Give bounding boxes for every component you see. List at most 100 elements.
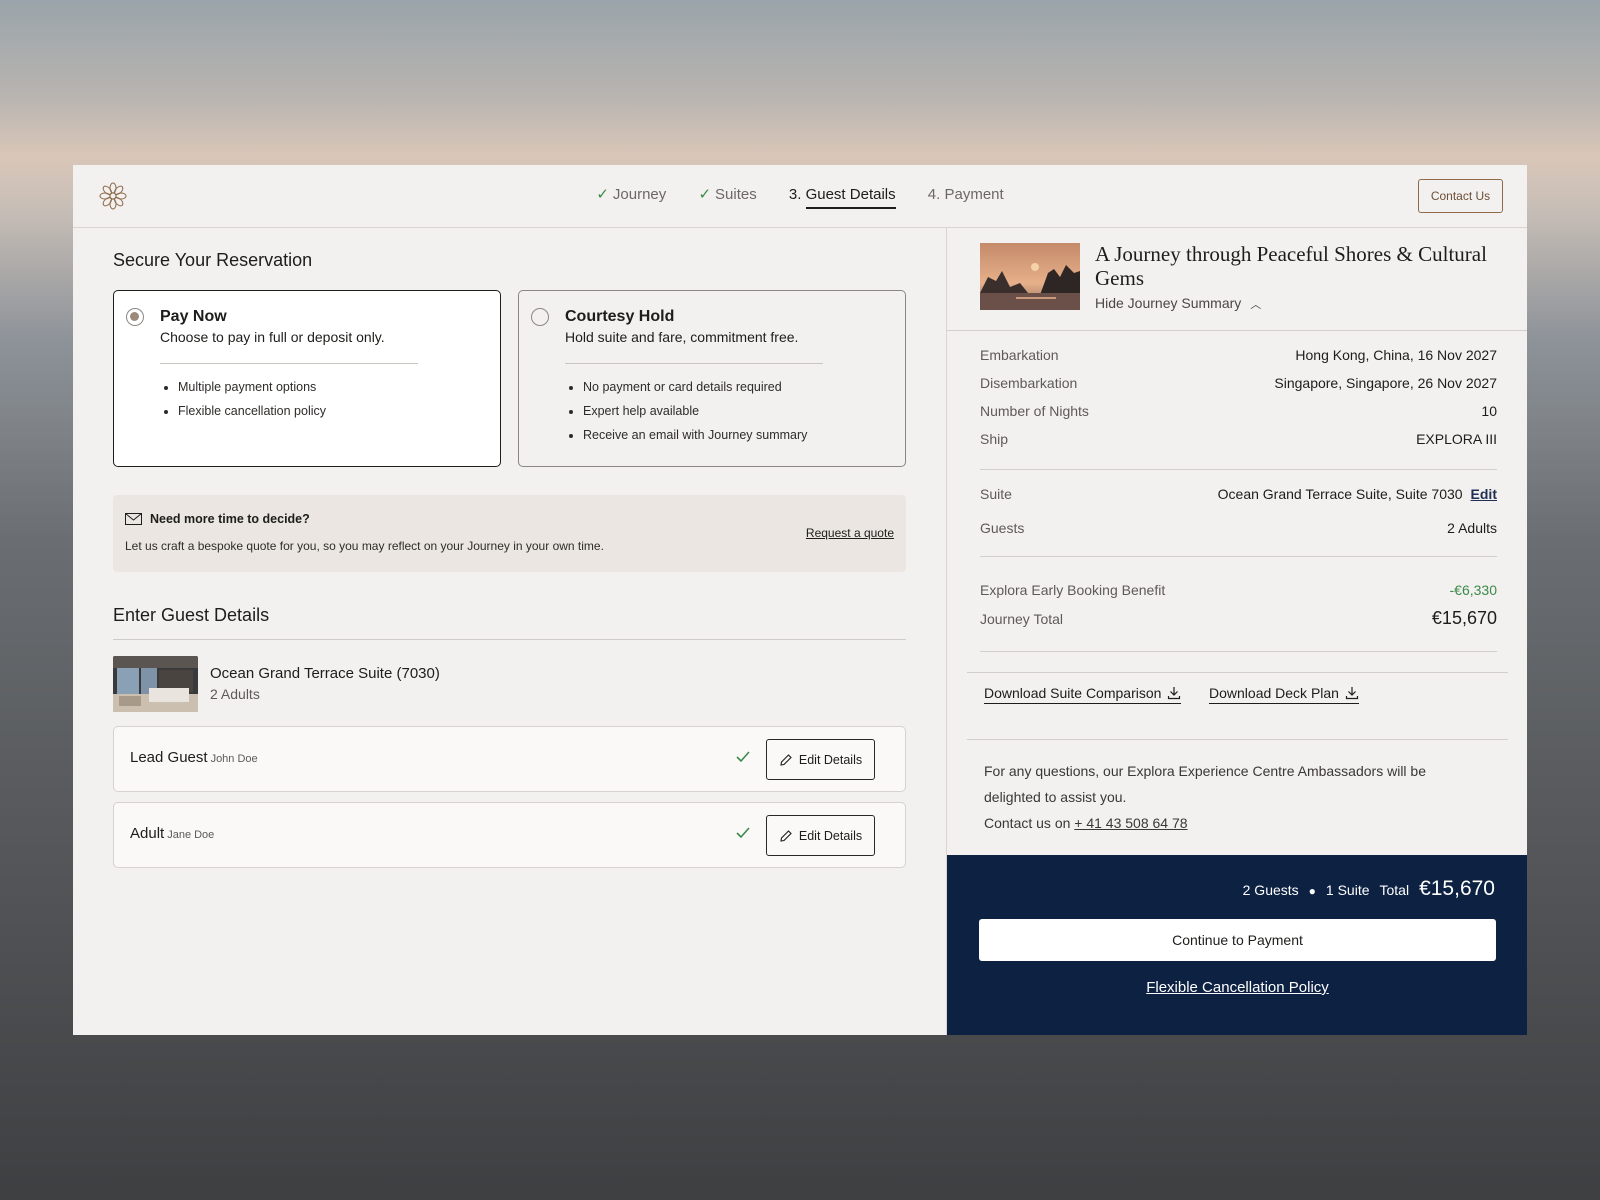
guest-role: Lead Guest John Doe	[130, 749, 258, 766]
check-icon: ✓	[698, 186, 712, 203]
summary-row-suite: Suite Ocean Grand Terrace Suite, Suite 70…	[980, 486, 1497, 502]
link-label: Download Suite Comparison	[984, 685, 1162, 701]
row-value: Singapore, Singapore, 26 Nov 2027	[1274, 375, 1497, 391]
pencil-icon	[780, 753, 792, 766]
row-label: Number of Nights	[980, 403, 1089, 419]
row-label: Explora Early Booking Benefit	[980, 582, 1166, 598]
main-content: Secure Your Reservation Pay Now Choose t…	[73, 228, 946, 1035]
option-benefits: Multiple payment options Flexible cancel…	[178, 379, 326, 427]
list-item: Flexible cancellation policy	[178, 403, 326, 419]
row-value: Hong Kong, China, 16 Nov 2027	[1295, 347, 1497, 363]
download-suite-comparison-link[interactable]: Download Suite Comparison	[984, 685, 1182, 704]
request-quote-link[interactable]: Request a quote	[806, 526, 894, 540]
checkout-footer: 2 Guests ● 1 Suite Total €15,670 Continu…	[947, 855, 1527, 1035]
download-icon	[1168, 687, 1181, 700]
step-label: Guest Details	[805, 186, 896, 209]
summary-row-disembarkation: Disembarkation Singapore, Singapore, 26 N…	[980, 375, 1497, 391]
summary-row-benefit: Explora Early Booking Benefit -€6,330	[980, 582, 1497, 598]
step-suites[interactable]: ✓ Suites	[698, 185, 756, 208]
guest-name: John Doe	[210, 753, 258, 765]
help-message: For any questions, our Explora Experienc…	[984, 763, 1426, 805]
journey-title: A Journey through Peaceful Shores & Cult…	[1095, 242, 1487, 290]
row-label: Embarkation	[980, 347, 1059, 363]
guest-card-adult: Adult Jane Doe Edit Details	[113, 802, 906, 868]
quote-panel: Need more time to decide? Let us craft a…	[113, 495, 906, 572]
guest-count: 2 Guests	[1242, 882, 1299, 898]
summary-row-total: Journey Total €15,670	[980, 608, 1497, 629]
edit-details-button[interactable]: Edit Details	[766, 815, 875, 856]
guest-role: Adult Jane Doe	[130, 825, 214, 842]
suite-image	[113, 656, 198, 712]
divider	[113, 639, 906, 640]
courtesy-hold-option[interactable]: Courtesy Hold Hold suite and fare, commi…	[518, 290, 906, 467]
guest-name: Jane Doe	[167, 829, 215, 841]
toggle-label: Hide Journey Summary	[1095, 295, 1242, 311]
check-icon: ✓	[596, 186, 609, 203]
suite-value: Ocean Grand Terrace Suite, Suite 7030	[1217, 486, 1463, 502]
summary-row-ship: Ship EXPLORA III	[980, 431, 1497, 447]
step-label: Suites	[715, 186, 757, 203]
row-value: EXPLORA III	[1416, 431, 1497, 447]
row-label: Suite	[980, 486, 1012, 502]
step-number: 3.	[788, 186, 802, 203]
step-guest-details[interactable]: 3. Guest Details	[788, 186, 896, 209]
suite-name: Ocean Grand Terrace Suite (7030)	[210, 665, 440, 682]
edit-details-button[interactable]: Edit Details	[766, 739, 875, 780]
summary-row-nights: Number of Nights 10	[980, 403, 1497, 419]
row-value: 10	[1481, 403, 1497, 419]
guest-details-heading: Enter Guest Details	[113, 605, 270, 625]
divider	[565, 363, 823, 364]
check-icon	[736, 827, 750, 839]
journey-total-value: €15,670	[1431, 608, 1497, 628]
separator-dot: ●	[1308, 884, 1316, 898]
divider	[980, 469, 1497, 470]
top-navigation: ✓ Journey ✓ Suites 3. Guest Details 4. Pay…	[73, 165, 1527, 228]
quote-description: Let us craft a bespoke quote for you, so…	[125, 539, 604, 553]
contact-us-button[interactable]: Contact Us	[1418, 179, 1503, 213]
row-label: Ship	[980, 431, 1009, 447]
journey-image	[980, 243, 1080, 310]
pay-now-option[interactable]: Pay Now Choose to pay in full or deposit…	[113, 290, 501, 467]
step-number: 4.	[927, 186, 941, 203]
suite-count: 1 Suite	[1325, 882, 1370, 898]
divider	[967, 672, 1508, 673]
option-subtitle: Hold suite and fare, commitment free.	[565, 329, 799, 345]
step-label: Journey	[612, 186, 667, 203]
cancellation-policy-link[interactable]: Flexible Cancellation Policy	[947, 979, 1527, 996]
summary-row-guests: Guests 2 Adults	[980, 520, 1497, 536]
check-icon	[736, 751, 750, 763]
button-label: Edit Details	[798, 752, 863, 767]
row-label: Guests	[980, 520, 1025, 536]
help-text: For any questions, our Explora Experienc…	[984, 758, 1464, 836]
divider	[980, 556, 1497, 557]
total-value: €15,670	[1419, 877, 1495, 900]
row-value: Ocean Grand Terrace Suite, Suite 7030 Edi…	[1218, 486, 1497, 502]
suite-guest-count: 2 Adults	[210, 686, 260, 702]
quote-title: Need more time to decide?	[150, 512, 310, 526]
total-label: Total	[1379, 882, 1410, 898]
courtesy-hold-radio[interactable]	[531, 308, 549, 326]
journey-summary-panel: A Journey through Peaceful Shores & Cult…	[946, 228, 1527, 1035]
step-payment[interactable]: 4. Payment	[928, 186, 1004, 208]
edit-suite-link[interactable]: Edit	[1471, 486, 1497, 502]
divider	[980, 651, 1497, 652]
divider	[947, 330, 1527, 331]
list-item: No payment or card details required	[583, 379, 807, 395]
row-label: Journey Total	[980, 610, 1064, 627]
guest-card-lead: Lead Guest John Doe Edit Details	[113, 726, 906, 792]
option-benefits: No payment or card details required Expe…	[583, 379, 807, 451]
chevron-up-icon: ︿	[1250, 299, 1262, 311]
mail-icon	[125, 513, 142, 525]
option-title: Courtesy Hold	[565, 308, 675, 325]
step-label: Payment	[944, 186, 1004, 203]
continue-to-payment-button[interactable]: Continue to Payment	[979, 919, 1496, 961]
pay-now-radio[interactable]	[126, 308, 144, 326]
row-value: 2 Adults	[1447, 520, 1497, 536]
list-item: Expert help available	[583, 403, 807, 419]
download-deck-plan-link[interactable]: Download Deck Plan	[1209, 685, 1359, 704]
contact-prefix: Contact us on	[984, 815, 1071, 831]
step-journey[interactable]: ✓ Journey	[596, 185, 666, 208]
hide-summary-toggle[interactable]: Hide Journey Summary ︿	[1095, 295, 1261, 312]
phone-link[interactable]: + 41 43 508 64 78	[1074, 815, 1187, 831]
booking-window: ✓ Journey ✓ Suites 3. Guest Details 4. Pay…	[73, 165, 1527, 1035]
